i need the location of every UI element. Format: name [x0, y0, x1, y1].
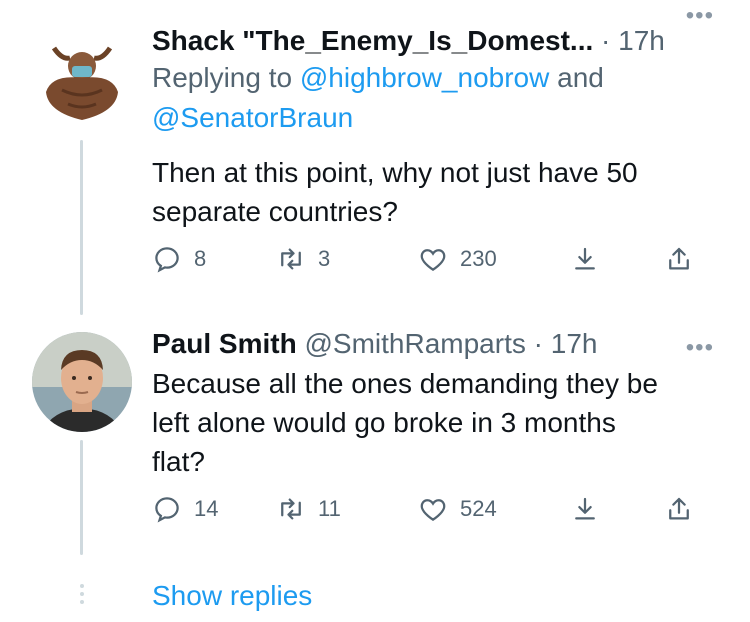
bookmark-icon — [575, 247, 595, 270]
display-name[interactable]: Paul Smith — [152, 328, 297, 359]
thread-line-2 — [80, 440, 83, 555]
like-button[interactable]: 524 — [418, 494, 497, 524]
tweet-text: Because all the ones demanding they be l… — [152, 368, 658, 477]
avatar[interactable] — [32, 30, 132, 130]
show-replies-link[interactable]: Show replies — [152, 580, 312, 612]
avatar[interactable] — [32, 332, 132, 432]
replying-to: Replying to @highbrow_nobrow and @Senato… — [152, 62, 604, 133]
timestamp[interactable]: 17h — [551, 328, 598, 359]
reply-count: 14 — [194, 496, 219, 521]
thread-dots — [80, 584, 86, 608]
tweet-actions: 14 11 524 — [152, 494, 712, 530]
mention-link[interactable]: @highbrow_nobrow — [300, 62, 549, 93]
retweet-count: 3 — [318, 246, 331, 271]
tweet-header: Shack "The_Enemy_Is_Domest... · 17h — [152, 25, 665, 56]
reply-button[interactable]: 8 — [152, 244, 206, 274]
tweet-text: Then at this point, why not just have 50… — [152, 157, 638, 227]
like-button[interactable]: 230 — [418, 244, 497, 274]
display-name[interactable]: Shack "The_Enemy_Is_Domest... — [152, 25, 593, 56]
like-icon — [420, 499, 446, 521]
retweet-count: 11 — [318, 496, 341, 521]
like-count: 230 — [460, 246, 497, 271]
timestamp[interactable]: 17h — [618, 25, 665, 56]
reply-button[interactable]: 14 — [152, 494, 218, 524]
bookmark-icon — [575, 497, 595, 520]
like-count: 524 — [460, 496, 497, 521]
reply-count: 8 — [194, 246, 207, 271]
tweet-header: Paul Smith @SmithRamparts · 17h — [152, 328, 598, 359]
reply-icon — [155, 247, 179, 273]
like-icon — [420, 249, 446, 271]
share-button[interactable] — [664, 244, 706, 274]
bookmark-button[interactable] — [570, 244, 612, 274]
tweet-actions: 8 3 230 — [152, 244, 712, 280]
mention-link[interactable]: @SenatorBraun — [152, 102, 353, 133]
retweet-icon — [281, 248, 301, 270]
more-icon[interactable]: ••• — [686, 336, 714, 360]
reply-icon — [155, 497, 179, 523]
share-icon — [669, 247, 689, 270]
share-button[interactable] — [664, 494, 706, 524]
retweet-icon — [281, 498, 301, 520]
retweet-button[interactable]: 11 — [276, 494, 341, 524]
user-handle[interactable]: @SmithRamparts — [304, 328, 525, 359]
thread-line-1 — [80, 140, 83, 315]
share-icon — [669, 497, 689, 520]
retweet-button[interactable]: 3 — [276, 244, 330, 274]
more-icon[interactable]: ••• — [686, 4, 714, 28]
bookmark-button[interactable] — [570, 494, 612, 524]
